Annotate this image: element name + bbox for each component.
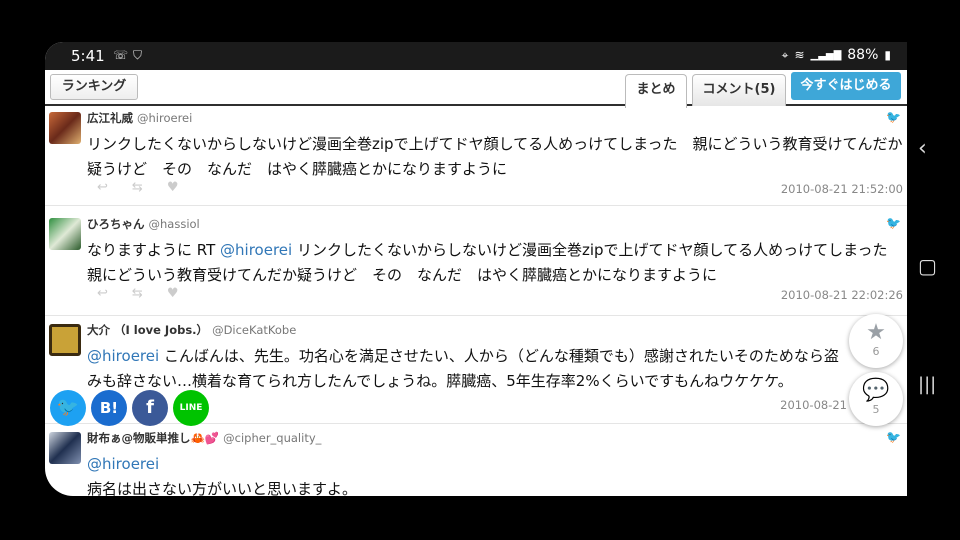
twitter-bird-icon[interactable]: 🐦 — [886, 430, 901, 444]
user-name[interactable]: 財布ぁ@物販単推し🦀💕 — [87, 431, 219, 445]
user-name[interactable]: 広江礼威 — [87, 111, 133, 125]
avatar[interactable] — [49, 324, 81, 356]
status-time: 5:41 — [71, 47, 105, 65]
tweet-text: @hiroerei 病名は出さない方がいいと思いますよ。 — [87, 452, 905, 496]
twitter-share-button[interactable]: 🐦 — [50, 390, 86, 426]
user-name[interactable]: ひろちゃん — [87, 217, 145, 231]
tweet-date[interactable]: 2010-08-21 — [780, 398, 847, 412]
signal-icon: ▁▃▅▇ — [810, 49, 842, 61]
hatena-share-button[interactable]: B! — [91, 390, 127, 426]
tweet-user: ひろちゃん @hassiol — [87, 216, 200, 232]
user-handle[interactable]: @hassiol — [149, 217, 200, 231]
home-icon[interactable]: ▢ — [918, 254, 937, 278]
mention-link[interactable]: @hiroerei — [87, 347, 159, 365]
user-handle[interactable]: @cipher_quality_ — [223, 431, 321, 445]
reply-icon[interactable]: ↩ — [97, 180, 108, 195]
star-count: 6 — [872, 345, 880, 358]
comment-icon: 💬 — [862, 378, 890, 403]
user-handle[interactable]: @hiroerei — [137, 111, 192, 125]
tweet-item: ひろちゃん @hassiol 🐦 なりますように RT @hiroerei リンク… — [45, 214, 907, 316]
tab-comment[interactable]: コメント(5) — [692, 74, 786, 106]
user-handle[interactable]: @DiceKatKobe — [212, 323, 296, 337]
retweet-icon[interactable]: ⇆ — [132, 286, 143, 301]
recents-icon[interactable]: ||| — [918, 374, 936, 395]
location-icon: ⌖ — [781, 47, 789, 62]
tweet-item: 広江礼威 @hiroerei 🐦 リンクしたくないからしないけど漫画全巻zipで上… — [45, 108, 907, 206]
favorite-fab[interactable]: ★ 6 — [849, 314, 903, 368]
user-name[interactable]: 大介 （I love Jobs.） — [87, 323, 208, 337]
wifi-icon: ≋ — [794, 48, 805, 62]
tab-bar: ランキング まとめ コメント(5) 今すぐはじめる — [45, 70, 907, 108]
avatar[interactable] — [49, 112, 81, 144]
tweet-text-body: こんばんは、先生。功名心を満足させたい、人から（どんな種類でも）感謝されたいその… — [87, 347, 839, 390]
reply-icon[interactable]: ↩ — [97, 286, 108, 301]
tweet-actions: ↩ ⇆ ♥ — [97, 180, 178, 195]
tweet-text: リンクしたくないからしないけど漫画全巻zipで上げてドヤ顔してる人めっけてしまっ… — [87, 135, 903, 178]
tweet-user: 大介 （I love Jobs.） @DiceKatKobe — [87, 322, 296, 338]
battery-text: 88% — [847, 47, 879, 63]
status-bar: 5:41 ☏ ⛉ ⌖ ≋ ▁▃▅▇ 88% ▮ — [45, 42, 907, 70]
tweet-date[interactable]: 2010-08-21 22:02:26 — [781, 288, 903, 302]
comment-fab[interactable]: 💬 5 — [849, 372, 903, 426]
tweet-date[interactable]: 2010-08-21 21:52:00 — [781, 182, 903, 196]
wifi-calling-icon: ☏ — [113, 48, 129, 62]
twitter-bird-icon[interactable]: 🐦 — [886, 110, 901, 124]
ranking-button[interactable]: ランキング — [50, 74, 138, 100]
facebook-icon: f — [146, 397, 154, 418]
twitter-bird-icon[interactable]: 🐦 — [886, 216, 901, 230]
mention-link[interactable]: @hiroerei — [87, 452, 905, 477]
tweet-actions: ↩ ⇆ ♥ — [97, 286, 178, 301]
status-right: ⌖ ≋ ▁▃▅▇ 88% ▮ — [782, 47, 891, 63]
tweet-text-body: 病名は出さない方がいいと思いますよ。 — [87, 480, 358, 496]
tweet-text: @hiroerei こんばんは、先生。功名心を満足させたい、人から（どんな種類で… — [87, 344, 847, 394]
twitter-icon: 🐦 — [56, 397, 80, 418]
tweet-text: なりますように RT @hiroerei リンクしたくないからしないけど漫画全巻… — [87, 238, 905, 288]
tweet-text-prefix: なりますように RT — [87, 241, 221, 259]
tweet-item: 財布ぁ@物販単推し🦀💕 @cipher_quality_ 🐦 @hiroerei 病… — [45, 428, 907, 496]
tab-matome[interactable]: まとめ — [625, 74, 687, 108]
tweet-user: 財布ぁ@物販単推し🦀💕 @cipher_quality_ — [87, 430, 321, 446]
back-icon[interactable]: ‹ — [918, 136, 927, 161]
battery-icon: ▮ — [884, 48, 891, 62]
avatar[interactable] — [49, 218, 81, 250]
like-icon[interactable]: ♥ — [167, 180, 179, 195]
line-share-button[interactable]: LINE — [173, 390, 209, 426]
tweet-user: 広江礼威 @hiroerei — [87, 110, 192, 126]
avatar[interactable] — [49, 432, 81, 464]
phone-screen: 5:41 ☏ ⛉ ⌖ ≋ ▁▃▅▇ 88% ▮ ランキング まとめ コメント(5… — [45, 42, 907, 496]
start-now-button[interactable]: 今すぐはじめる — [791, 72, 901, 100]
mention-link[interactable]: @hiroerei — [220, 241, 292, 259]
retweet-icon[interactable]: ⇆ — [132, 180, 143, 195]
shield-icon: ⛉ — [133, 48, 143, 62]
like-icon[interactable]: ♥ — [167, 286, 179, 301]
star-icon: ★ — [866, 320, 886, 345]
comment-count: 5 — [872, 403, 880, 416]
facebook-share-button[interactable]: f — [132, 390, 168, 426]
